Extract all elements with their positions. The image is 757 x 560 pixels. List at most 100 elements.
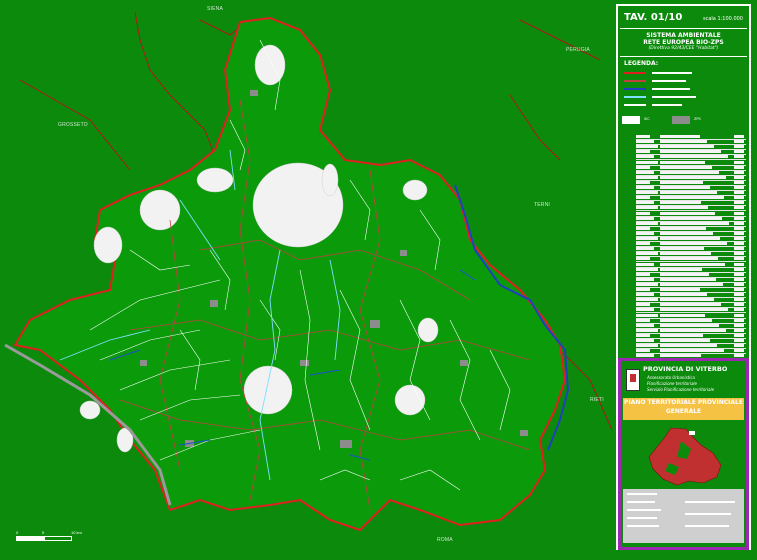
site-name-cell <box>660 216 722 220</box>
site-code-cell <box>636 288 650 291</box>
site-type-cell <box>734 257 744 261</box>
site-code-cell <box>636 354 654 358</box>
site-name-cell <box>660 257 718 261</box>
site-name-cell <box>660 160 705 164</box>
plan-title: PIANO TERRITORIALE PROVINCIALE <box>624 399 743 406</box>
site-code-cell <box>636 211 650 215</box>
site-type-cell <box>734 328 744 332</box>
site-name-cell <box>660 318 712 322</box>
site-name-cell <box>660 150 721 154</box>
site-type-cell <box>734 160 744 164</box>
site-type-cell <box>734 349 744 353</box>
site-code-cell <box>636 298 658 302</box>
footer-line <box>627 517 657 519</box>
site-code-cell <box>636 155 654 159</box>
legend-row <box>624 78 744 84</box>
site-code-cell <box>636 333 650 337</box>
site-name-cell <box>660 135 700 138</box>
site-type-cell <box>734 298 744 302</box>
site-code-cell <box>636 201 654 205</box>
site-name-cell <box>660 180 703 184</box>
sic-swatch <box>622 116 640 124</box>
site-type-cell <box>734 140 744 144</box>
place-label-perugia: PERUGIA <box>566 47 590 53</box>
site-type-cell <box>734 303 744 307</box>
site-type-cell <box>734 313 744 317</box>
theme-box: SISTEMA AMBIENTALE RETE EUROPEA BIO-ZPS … <box>620 30 747 57</box>
sheet-number: TAV. 01/10 <box>624 12 683 23</box>
province-office: Assessorato Urbanistica <box>647 375 695 380</box>
province-territory[interactable] <box>13 16 567 532</box>
zps-label: ZPS <box>694 117 701 121</box>
place-label-roma: ROMA <box>437 537 453 543</box>
legend-row <box>624 70 744 76</box>
site-name-cell <box>660 298 714 302</box>
site-code-cell <box>636 140 654 144</box>
place-label-rieti: RIETI <box>590 397 604 403</box>
site-code-cell <box>636 196 650 200</box>
scale-label-10: 10 km <box>71 530 82 535</box>
site-code-cell <box>636 252 658 256</box>
site-name-cell <box>660 282 723 286</box>
site-name-cell <box>660 140 707 144</box>
site-name-cell <box>660 231 713 235</box>
site-name-cell <box>660 191 717 195</box>
site-code-cell <box>636 216 654 220</box>
place-label-grosseto: GROSSETO <box>58 122 88 128</box>
site-type-cell <box>734 293 744 297</box>
zps-swatch <box>672 116 690 124</box>
site-name-cell <box>660 237 720 240</box>
province-block: PROVINCIA DI VITERBO Assessorato Urbanis… <box>618 358 749 550</box>
title-row: TAV. 01/10 scala 1:100.000 <box>620 8 747 29</box>
site-code-cell <box>636 242 650 246</box>
legend-row <box>624 94 744 100</box>
site-code-cell <box>636 318 650 322</box>
site-type-cell <box>734 201 744 205</box>
site-name-cell <box>660 165 712 169</box>
site-code-cell <box>636 206 658 210</box>
site-type-cell <box>734 150 744 154</box>
province-office: Servizio Pianificazione territoriale <box>647 387 715 392</box>
site-code-cell <box>636 191 658 195</box>
site-list-table <box>636 134 746 362</box>
site-type-cell <box>734 247 744 251</box>
site-code-cell <box>636 344 658 348</box>
site-type-cell <box>734 333 744 337</box>
site-type-cell <box>734 175 744 179</box>
site-code-cell <box>636 303 650 307</box>
site-type-cell <box>734 323 744 327</box>
site-type-cell <box>734 180 744 184</box>
sic-label: SIC <box>644 117 650 121</box>
sic-zps-legend: SIC ZPS <box>622 114 746 128</box>
site-code-cell <box>636 150 650 154</box>
site-code-cell <box>636 308 654 312</box>
site-code-cell <box>636 221 658 225</box>
site-type-cell <box>734 216 744 220</box>
site-code-cell <box>636 267 658 271</box>
map-canvas[interactable] <box>0 0 614 556</box>
scale-segment <box>44 536 72 541</box>
site-code-cell <box>636 231 654 235</box>
site-code-cell <box>636 170 654 174</box>
site-name-cell <box>660 323 719 327</box>
legend-text-placeholder <box>652 88 690 90</box>
site-code-cell <box>636 135 650 138</box>
neighbor-boundary <box>509 94 561 161</box>
site-name-cell <box>660 226 706 230</box>
site-name-cell <box>660 339 710 342</box>
theme-title: SISTEMA AMBIENTALE <box>646 32 721 39</box>
footer-line <box>627 525 659 527</box>
site-type-cell <box>734 282 744 286</box>
footer-credits <box>623 489 744 543</box>
site-name-cell <box>660 145 714 149</box>
site-code-cell <box>636 328 658 332</box>
place-label-terni: TERNI <box>534 202 550 208</box>
site-name-cell <box>660 247 704 251</box>
map-area[interactable]: SIENA GROSSETO PERUGIA TERNI RIETI ROMA … <box>0 0 614 556</box>
legend-swatch-streams <box>624 104 646 106</box>
site-name-cell <box>660 277 716 281</box>
theme-subtitle: RETE EUROPEA BIO-ZPS <box>643 39 724 46</box>
site-code-cell <box>636 160 658 164</box>
site-code-cell <box>636 272 650 276</box>
site-code-cell <box>636 293 654 297</box>
